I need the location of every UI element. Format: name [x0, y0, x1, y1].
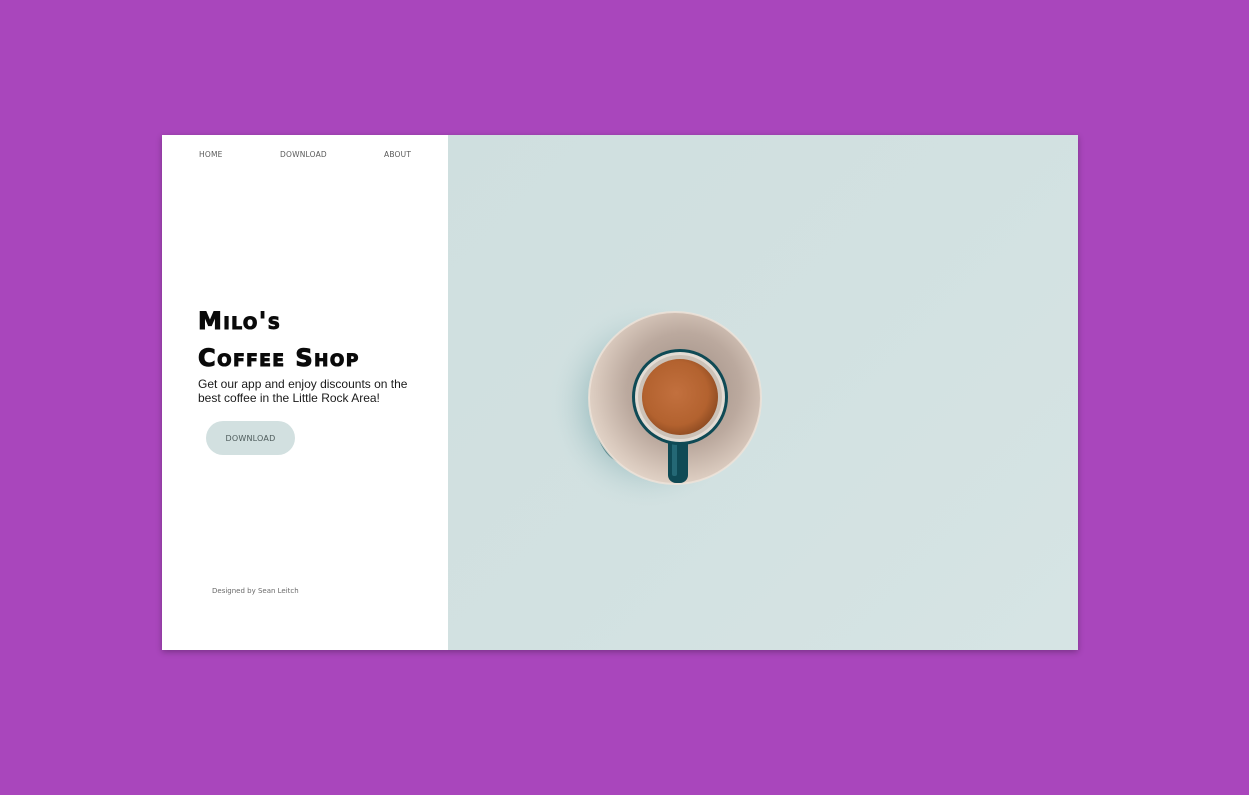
page-title: Milo's Coffee Shop	[198, 303, 360, 377]
nav-download-link[interactable]: DOWNLOAD	[280, 150, 327, 159]
coffee-cup-image	[548, 300, 762, 510]
nav-home-link[interactable]: HOME	[199, 150, 223, 159]
top-nav: HOME DOWNLOAD ABOUT	[162, 150, 448, 162]
download-button[interactable]: DOWNLOAD	[206, 421, 295, 455]
tagline: Get our app and enjoy discounts on the b…	[198, 377, 408, 405]
hero-image	[448, 135, 1078, 650]
title-line-2: Coffee Shop	[198, 344, 360, 373]
landing-card: HOME DOWNLOAD ABOUT Milo's Coffee Shop G…	[162, 135, 1078, 650]
left-panel: HOME DOWNLOAD ABOUT Milo's Coffee Shop G…	[162, 135, 448, 650]
title-line-1: Milo's	[198, 307, 282, 336]
designer-credit: Designed by Sean Leitch	[212, 587, 299, 595]
nav-about-link[interactable]: ABOUT	[384, 150, 411, 159]
